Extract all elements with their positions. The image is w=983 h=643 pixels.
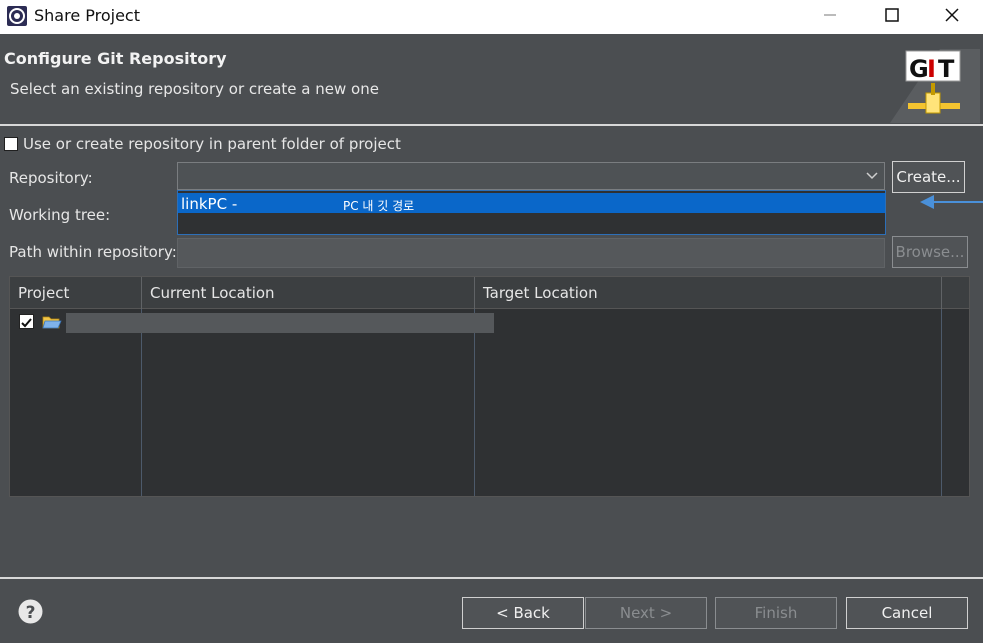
page-description: Select an existing repository or create … bbox=[10, 80, 379, 98]
svg-text:G: G bbox=[909, 55, 929, 83]
header-separator bbox=[0, 124, 983, 126]
working-tree-label: Working tree: bbox=[9, 206, 111, 224]
column-divider bbox=[474, 309, 475, 496]
annotation-arrow-icon bbox=[920, 195, 983, 209]
dropdown-toggle[interactable] bbox=[860, 163, 884, 189]
parent-folder-option[interactable]: Use or create repository in parent folde… bbox=[4, 134, 401, 154]
page-title: Configure Git Repository bbox=[4, 49, 227, 68]
path-within-repository-field bbox=[177, 238, 885, 268]
table-header: Project Current Location Target Location bbox=[10, 277, 969, 309]
project-checkbox[interactable] bbox=[19, 314, 34, 329]
table-row[interactable] bbox=[10, 311, 969, 333]
back-button[interactable]: < Back bbox=[462, 597, 584, 629]
footer-separator bbox=[0, 577, 983, 579]
repository-option-name: linkPC - bbox=[181, 195, 238, 213]
help-icon[interactable]: ? bbox=[18, 599, 43, 624]
eclipse-icon bbox=[7, 6, 27, 26]
repository-combo[interactable] bbox=[177, 162, 885, 190]
create-button[interactable]: Create... bbox=[892, 161, 965, 193]
finish-button: Finish bbox=[715, 597, 837, 629]
project-table: Project Current Location Target Location bbox=[9, 276, 970, 497]
folder-open-icon bbox=[42, 316, 62, 329]
repository-dropdown-list: linkPC - PC 내 깃 경로 bbox=[177, 190, 886, 235]
parent-folder-checkbox[interactable] bbox=[4, 137, 18, 151]
minimize-icon bbox=[824, 14, 836, 16]
column-current-location[interactable]: Current Location bbox=[142, 277, 475, 309]
title-bar: Share Project bbox=[0, 0, 983, 34]
close-button[interactable] bbox=[922, 0, 982, 30]
path-within-repository-label: Path within repository: bbox=[9, 243, 177, 261]
maximize-icon bbox=[885, 8, 899, 22]
svg-text:T: T bbox=[938, 55, 955, 83]
chevron-down-icon bbox=[866, 172, 878, 180]
browse-button: Browse... bbox=[892, 236, 968, 268]
redacted-project-info bbox=[66, 313, 494, 333]
checkmark-icon bbox=[21, 318, 32, 328]
column-divider bbox=[141, 309, 142, 496]
wizard-header: Configure Git Repository Select an exist… bbox=[0, 34, 983, 124]
column-target-location[interactable]: Target Location bbox=[475, 277, 942, 309]
repository-option-path: PC 내 깃 경로 bbox=[343, 199, 415, 213]
next-button: Next > bbox=[585, 597, 707, 629]
svg-text:?: ? bbox=[26, 603, 36, 623]
svg-text:I: I bbox=[927, 55, 936, 83]
minimize-button[interactable] bbox=[800, 0, 860, 30]
cancel-button[interactable]: Cancel bbox=[846, 597, 968, 629]
repository-label: Repository: bbox=[9, 169, 93, 187]
column-project[interactable]: Project bbox=[10, 277, 142, 309]
maximize-button[interactable] bbox=[862, 0, 922, 30]
repository-option[interactable]: linkPC - PC 내 깃 경로 bbox=[178, 193, 885, 213]
parent-folder-label: Use or create repository in parent folde… bbox=[23, 135, 401, 153]
close-icon bbox=[945, 8, 959, 22]
column-divider bbox=[941, 309, 942, 496]
window-title: Share Project bbox=[34, 6, 140, 25]
git-logo-icon: G I T bbox=[890, 49, 980, 123]
